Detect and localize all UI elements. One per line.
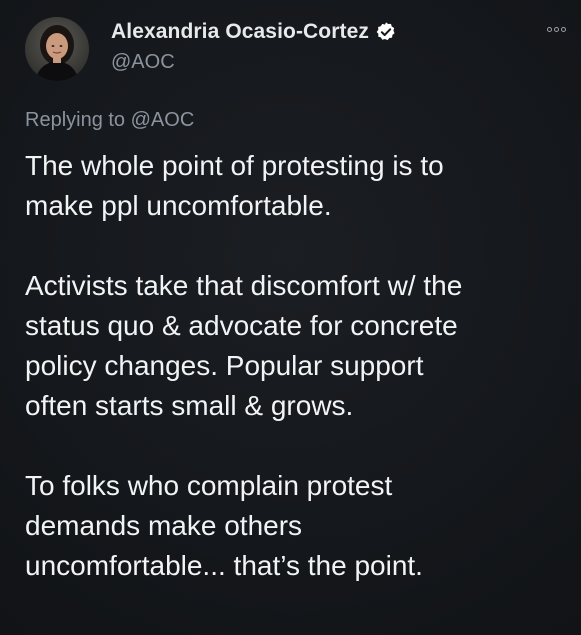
tweet-paragraph-3: To folks who complain protest demands ma… — [25, 470, 423, 581]
user-handle[interactable]: @AOC — [111, 51, 175, 74]
tweet-header: Alexandria Ocasio-Cortez @AOC — [25, 15, 566, 85]
name-row: Alexandria Ocasio-Cortez — [111, 18, 397, 46]
more-options-icon[interactable] — [541, 21, 571, 37]
reply-prefix: Replying to — [25, 109, 126, 131]
tweet-card: Alexandria Ocasio-Cortez @AOC Replying t… — [0, 0, 581, 635]
reply-mention-link[interactable]: @AOC — [131, 109, 195, 131]
profile-photo-icon — [25, 17, 89, 81]
replying-to: Replying to @AOC — [25, 109, 194, 132]
tweet-paragraph-2: Activists take that discomfort w/ the st… — [25, 270, 463, 421]
tweet-text: The whole point of protesting is to make… — [25, 146, 565, 586]
display-name[interactable]: Alexandria Ocasio-Cortez — [111, 20, 369, 44]
tweet-paragraph-1: The whole point of protesting is to make… — [25, 150, 444, 221]
verified-badge-icon — [375, 21, 397, 43]
avatar[interactable] — [25, 17, 89, 81]
